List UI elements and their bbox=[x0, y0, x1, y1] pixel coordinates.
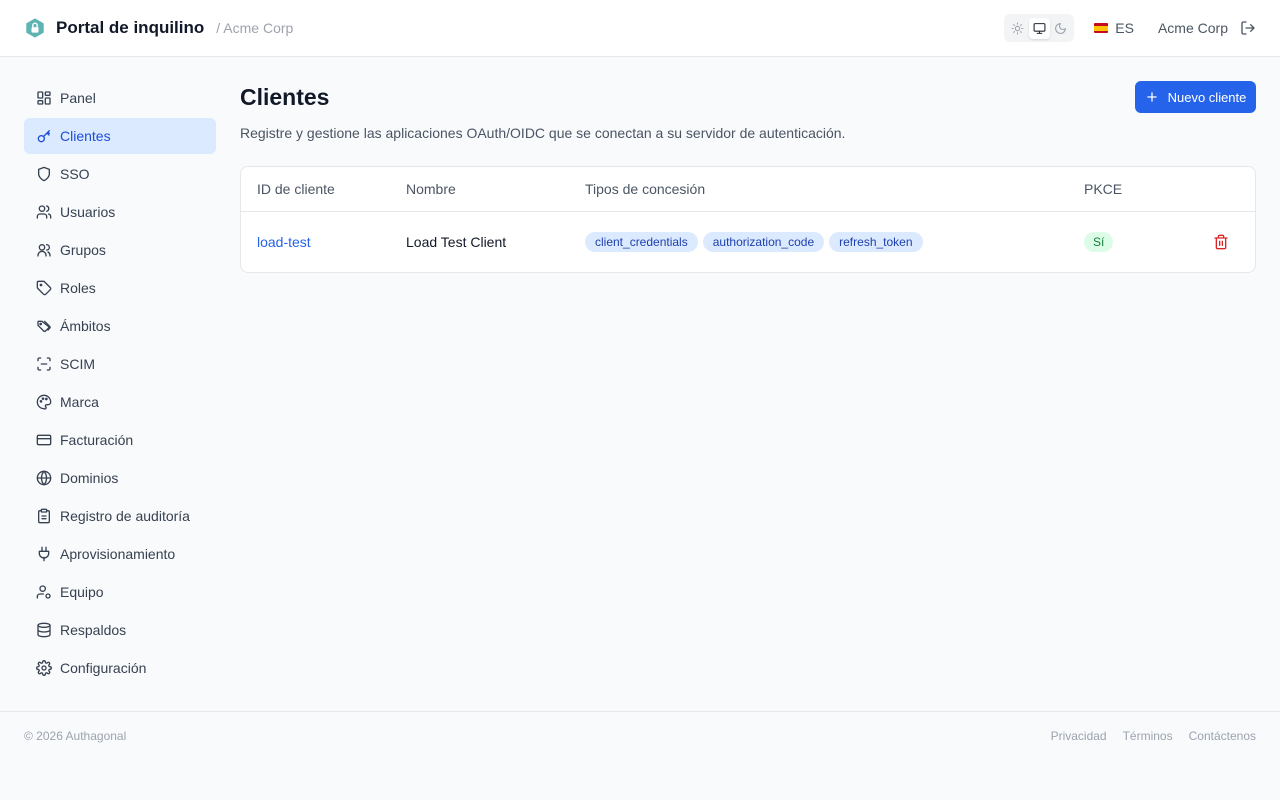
privacy-link[interactable]: Privacidad bbox=[1051, 729, 1107, 743]
contact-link[interactable]: Contáctenos bbox=[1189, 729, 1256, 743]
users-icon bbox=[36, 204, 52, 220]
globe-icon bbox=[36, 470, 52, 486]
sidebar-item-roles[interactable]: Roles bbox=[24, 270, 216, 306]
column-header-pkce: PKCE bbox=[1084, 181, 1123, 197]
scan-icon bbox=[36, 356, 52, 372]
footer: © 2026 Authagonal Privacidad Términos Co… bbox=[0, 711, 1280, 800]
moon-icon[interactable] bbox=[1050, 18, 1071, 39]
pkce-status-badge: Sí bbox=[1084, 232, 1114, 252]
portal-title: Portal de inquilino bbox=[56, 18, 205, 37]
page-title: Clientes bbox=[240, 84, 330, 110]
footer-links: Privacidad Términos Contáctenos bbox=[1035, 729, 1256, 743]
sidebar-item-label: Configuración bbox=[60, 660, 147, 676]
terms-link[interactable]: Términos bbox=[1123, 729, 1173, 743]
sidebar-item-label: Grupos bbox=[60, 242, 106, 258]
credit-card-icon bbox=[36, 432, 52, 448]
theme-switcher bbox=[1004, 14, 1075, 42]
table-header: ID de cliente Nombre Tipos de concesión … bbox=[241, 167, 1255, 212]
clipboard-icon bbox=[36, 508, 52, 524]
clients-table: ID de cliente Nombre Tipos de concesión … bbox=[240, 166, 1256, 273]
grant-types-list: client_credentials authorization_code re… bbox=[585, 232, 928, 252]
sidebar-item-label: Panel bbox=[60, 90, 96, 106]
sidebar-item-facturacion[interactable]: Facturación bbox=[24, 422, 216, 458]
sidebar-item-label: Roles bbox=[60, 280, 96, 296]
client-id-link[interactable]: load-test bbox=[257, 234, 311, 250]
main-content: Clientes Registre y gestione las aplicac… bbox=[240, 80, 1256, 273]
sidebar-item-label: Marca bbox=[60, 394, 99, 410]
sidebar-item-marca[interactable]: Marca bbox=[24, 384, 216, 420]
sidebar-item-registro-auditoria[interactable]: Registro de auditoría bbox=[24, 498, 216, 534]
plug-icon bbox=[36, 546, 52, 562]
language-selector[interactable]: ES bbox=[1094, 20, 1134, 36]
sidebar-item-label: Aprovisionamiento bbox=[60, 546, 176, 562]
sidebar-item-label: Ámbitos bbox=[60, 318, 111, 334]
logout-icon[interactable] bbox=[1240, 20, 1256, 36]
sidebar-item-configuracion[interactable]: Configuración bbox=[24, 650, 216, 686]
sidebar-item-clientes[interactable]: Clientes bbox=[24, 118, 216, 154]
sidebar-item-usuarios[interactable]: Usuarios bbox=[24, 194, 216, 230]
pkce-cell: Sí bbox=[1084, 232, 1114, 252]
sidebar-item-label: Registro de auditoría bbox=[60, 508, 190, 524]
monitor-icon[interactable] bbox=[1028, 17, 1050, 39]
sidebar-item-label: Clientes bbox=[60, 128, 111, 144]
sidebar-item-grupos[interactable]: Grupos bbox=[24, 232, 216, 268]
key-icon bbox=[36, 128, 52, 144]
trash-icon[interactable] bbox=[1213, 234, 1229, 250]
tag-icon bbox=[36, 280, 52, 296]
row-actions bbox=[1213, 234, 1229, 250]
sidebar-item-scim[interactable]: SCIM bbox=[24, 346, 216, 382]
organization-name: Acme Corp bbox=[1157, 20, 1228, 36]
hexagon-lock-logo-icon bbox=[24, 17, 46, 39]
sidebar-item-label: Dominios bbox=[60, 470, 119, 486]
tags-icon bbox=[36, 318, 52, 334]
sidebar-item-label: SCIM bbox=[60, 356, 95, 372]
page-description: Registre y gestione las aplicaciones OAu… bbox=[240, 125, 846, 141]
language-code: ES bbox=[1115, 20, 1134, 36]
column-header-name: Nombre bbox=[406, 181, 456, 197]
new-client-label: Nuevo cliente bbox=[1167, 89, 1247, 105]
plus-icon bbox=[1145, 90, 1159, 104]
spain-flag-icon bbox=[1094, 23, 1109, 33]
user-cog-icon bbox=[36, 584, 52, 600]
tenant-breadcrumb: / Acme Corp bbox=[216, 20, 294, 36]
new-client-button[interactable]: Nuevo cliente bbox=[1135, 81, 1256, 113]
database-icon bbox=[36, 622, 52, 638]
group-icon bbox=[36, 242, 52, 258]
sidebar-item-label: Usuarios bbox=[60, 204, 116, 220]
sidebar-item-ambitos[interactable]: Ámbitos bbox=[24, 308, 216, 344]
grant-type-chip: refresh_token bbox=[829, 232, 923, 252]
table-row: load-test Load Test Client client_creden… bbox=[241, 212, 1255, 272]
shield-icon bbox=[36, 166, 52, 182]
client-name: Load Test Client bbox=[406, 234, 507, 250]
copyright: © 2026 Authagonal bbox=[24, 729, 127, 743]
sidebar-item-panel[interactable]: Panel bbox=[24, 80, 216, 116]
sidebar-item-equipo[interactable]: Equipo bbox=[24, 574, 216, 610]
grant-type-chip: client_credentials bbox=[585, 232, 698, 252]
column-header-grant-types: Tipos de concesión bbox=[585, 181, 706, 197]
sidebar-item-respaldos[interactable]: Respaldos bbox=[24, 612, 216, 648]
sidebar-item-dominios[interactable]: Dominios bbox=[24, 460, 216, 496]
top-bar: Portal de inquilino / Acme Corp ES Acme … bbox=[0, 0, 1280, 57]
sun-icon[interactable] bbox=[1007, 18, 1028, 39]
sidebar-item-label: Respaldos bbox=[60, 622, 127, 638]
sidebar-item-aprovisionamiento[interactable]: Aprovisionamiento bbox=[24, 536, 216, 572]
brand[interactable]: Portal de inquilino / Acme Corp bbox=[24, 17, 293, 39]
grant-type-chip: authorization_code bbox=[702, 232, 825, 252]
sidebar-item-label: Facturación bbox=[60, 432, 134, 448]
settings-icon bbox=[36, 660, 52, 676]
sidebar-nav: Panel Clientes SSO Usuarios Grupos Roles… bbox=[24, 80, 216, 688]
column-header-client-id: ID de cliente bbox=[257, 181, 335, 197]
sidebar-item-sso[interactable]: SSO bbox=[24, 156, 216, 192]
palette-icon bbox=[36, 394, 52, 410]
sidebar-item-label: Equipo bbox=[60, 584, 104, 600]
sidebar-item-label: SSO bbox=[60, 166, 90, 182]
grid-icon bbox=[36, 90, 52, 106]
